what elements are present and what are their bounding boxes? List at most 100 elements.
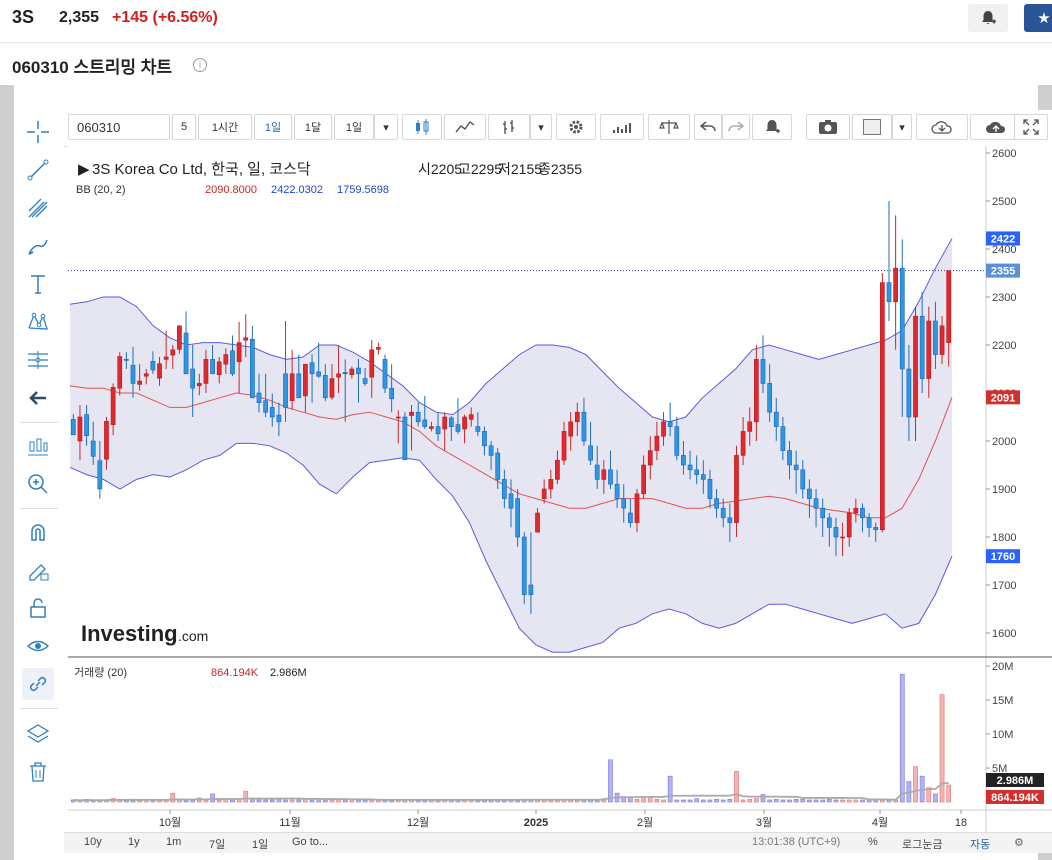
volume-bar: [356, 799, 361, 803]
interval-1mo-button[interactable]: 1달: [294, 114, 332, 140]
measure-icon[interactable]: [22, 344, 54, 376]
volume-bar: [362, 799, 368, 803]
legend-open: 시2205: [418, 161, 462, 177]
alert-icon[interactable]: [752, 114, 792, 140]
candle: [700, 474, 706, 480]
add-alert-button[interactable]: [968, 4, 1008, 32]
candle: [329, 378, 335, 398]
range-1m[interactable]: 1m: [166, 836, 181, 848]
candle: [97, 460, 103, 490]
volume-bar: [283, 799, 288, 803]
redo-icon[interactable]: [722, 114, 750, 140]
interval-1h-button[interactable]: 1시간: [198, 114, 252, 140]
volume-bar: [840, 799, 845, 803]
symbol-input[interactable]: 060310: [68, 114, 170, 140]
candle: [243, 337, 249, 341]
indicators-icon[interactable]: [600, 114, 644, 140]
candle: [435, 426, 441, 435]
chevron-down-icon[interactable]: ▾: [530, 114, 552, 140]
volume-bar: [256, 799, 262, 803]
price-badge-label: 1760: [991, 551, 1015, 563]
bb-lower-value: 1759.5698: [337, 184, 389, 196]
volume-bar: [727, 798, 733, 803]
interval-5-button[interactable]: 5: [172, 114, 196, 140]
candle: [322, 374, 328, 399]
legend-close: 종2355: [538, 161, 582, 177]
range-7d[interactable]: 7일: [209, 836, 225, 852]
price-badge-label: 2091: [991, 392, 1015, 404]
range-1d[interactable]: 1일: [252, 836, 268, 852]
gear-icon[interactable]: ⚙: [1014, 836, 1024, 849]
candle: [667, 421, 673, 427]
lock-drawing-icon[interactable]: [22, 554, 54, 586]
camera-icon[interactable]: [806, 114, 850, 140]
chevron-down-icon[interactable]: ▾: [374, 114, 398, 140]
star-icon[interactable]: ★: [1024, 4, 1052, 32]
legend-title: 3S Korea Co Ltd, 한국, 일, 코스닥: [92, 161, 311, 178]
fork-icon[interactable]: [22, 192, 54, 224]
volume-label: 거래량 (20): [74, 666, 127, 679]
unlock-icon[interactable]: [22, 592, 54, 624]
candle: [933, 320, 938, 355]
candles-icon[interactable]: [22, 430, 54, 462]
link-icon[interactable]: [22, 668, 54, 700]
bb-upper-value: 2422.0302: [271, 184, 323, 196]
price-change: +145 (+6.56%): [112, 9, 218, 26]
percent-toggle[interactable]: %: [868, 836, 878, 848]
price-tick-label: 1800: [992, 532, 1016, 544]
time-tick-label: 10월: [159, 816, 181, 829]
candle: [316, 371, 322, 377]
gear-icon[interactable]: [556, 114, 596, 140]
crosshair-icon[interactable]: [22, 116, 54, 148]
volume-bar: [316, 800, 322, 803]
undo-icon[interactable]: [694, 114, 722, 140]
candle: [647, 450, 653, 466]
volume-bar: [276, 798, 282, 803]
layers-icon[interactable]: [22, 718, 54, 750]
candle: [303, 363, 308, 397]
arrow-left-icon[interactable]: [22, 382, 54, 414]
price-tick-label: 1900: [992, 484, 1016, 496]
trend-line-icon[interactable]: [22, 154, 54, 186]
volume-bar: [946, 784, 952, 803]
divider: [20, 422, 58, 423]
brush-icon[interactable]: [22, 230, 54, 262]
volume-bar: [667, 775, 673, 803]
price-chart[interactable]: 1600170018001900200021002200230024002500…: [68, 146, 1052, 832]
candle: [389, 387, 394, 400]
range-1y[interactable]: 1y: [128, 836, 140, 848]
log-scale-toggle[interactable]: 로그눈금: [902, 836, 942, 852]
candle: [681, 455, 686, 466]
pattern-icon[interactable]: [22, 306, 54, 338]
chevron-down-icon[interactable]: ▾: [892, 114, 912, 140]
volume-bar: [853, 799, 859, 803]
fullscreen-icon[interactable]: [1014, 114, 1048, 140]
legend-low: 저2155: [498, 161, 542, 177]
cloud-download-icon[interactable]: [916, 114, 968, 140]
text-icon[interactable]: [22, 268, 54, 300]
bars-icon[interactable]: [488, 114, 530, 140]
color-swatch-icon[interactable]: [852, 114, 892, 140]
eye-icon[interactable]: [22, 630, 54, 662]
candle: [143, 373, 149, 377]
line-chart-icon[interactable]: [444, 114, 486, 140]
volume-ma-line: [73, 781, 949, 802]
goto-button[interactable]: Go to...: [292, 836, 328, 848]
trash-icon[interactable]: [22, 756, 54, 788]
magnet-icon[interactable]: [22, 516, 54, 548]
volume-bar: [773, 798, 779, 803]
volume-bar: [681, 799, 686, 803]
candle: [157, 363, 162, 379]
candle: [535, 512, 540, 533]
candle-type-icon[interactable]: [402, 114, 442, 140]
range-10y[interactable]: 10y: [84, 836, 102, 848]
chart-area[interactable]: 1600170018001900200021002200230024002500…: [68, 146, 1052, 832]
interval-dropdown[interactable]: 1일: [334, 114, 374, 140]
info-icon[interactable]: i: [193, 58, 207, 72]
zoom-icon[interactable]: [22, 468, 54, 500]
auto-scale-toggle[interactable]: 자동: [970, 836, 990, 852]
volume-bar: [694, 798, 700, 803]
compare-icon[interactable]: [648, 114, 690, 140]
interval-1d-button[interactable]: 1일: [254, 114, 292, 140]
investing-logo: Investing: [81, 621, 178, 646]
